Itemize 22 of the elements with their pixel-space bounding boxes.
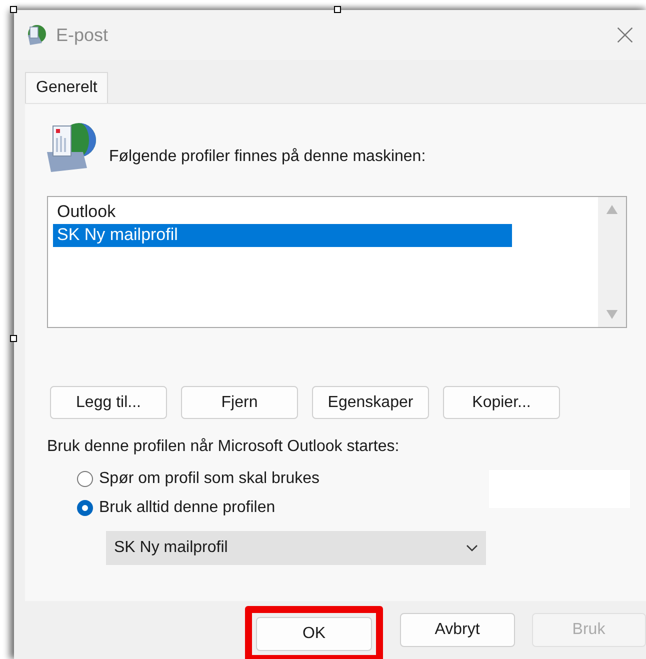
profile-button[interactable]: Fjern: [181, 386, 298, 419]
profile-item[interactable]: SK Ny mailprofil: [53, 224, 512, 247]
radio-button[interactable]: [77, 500, 93, 516]
profile-dropdown[interactable]: SK Ny mailprofil: [106, 531, 486, 565]
dialog-button[interactable]: Avbryt: [400, 613, 514, 647]
profile-item[interactable]: Outlook: [53, 201, 512, 224]
resize-handle[interactable]: [10, 6, 17, 13]
dialog-button[interactable]: OK: [256, 617, 372, 651]
close-icon[interactable]: [616, 26, 634, 44]
radio-label[interactable]: Spør om profil som skal brukes: [99, 470, 320, 488]
profile-button[interactable]: Kopier...: [443, 386, 560, 419]
profile-button[interactable]: Egenskaper: [312, 386, 429, 419]
profile-button[interactable]: Legg til...: [50, 386, 167, 419]
window-title: E-post: [56, 24, 110, 46]
resize-handle[interactable]: [334, 6, 341, 13]
tab[interactable]: Generelt: [25, 72, 108, 103]
resize-handle[interactable]: [10, 335, 17, 342]
chevron-down-icon: [466, 544, 478, 552]
startup-label: Bruk denne profilen når Microsoft Outlook startes:: [47, 438, 400, 456]
radio-button[interactable]: [77, 471, 93, 487]
radio-label[interactable]: Bruk alltid denne profilen: [99, 499, 276, 517]
profiles-label: Følgende profiler finnes på denne maskinen:: [109, 148, 426, 167]
